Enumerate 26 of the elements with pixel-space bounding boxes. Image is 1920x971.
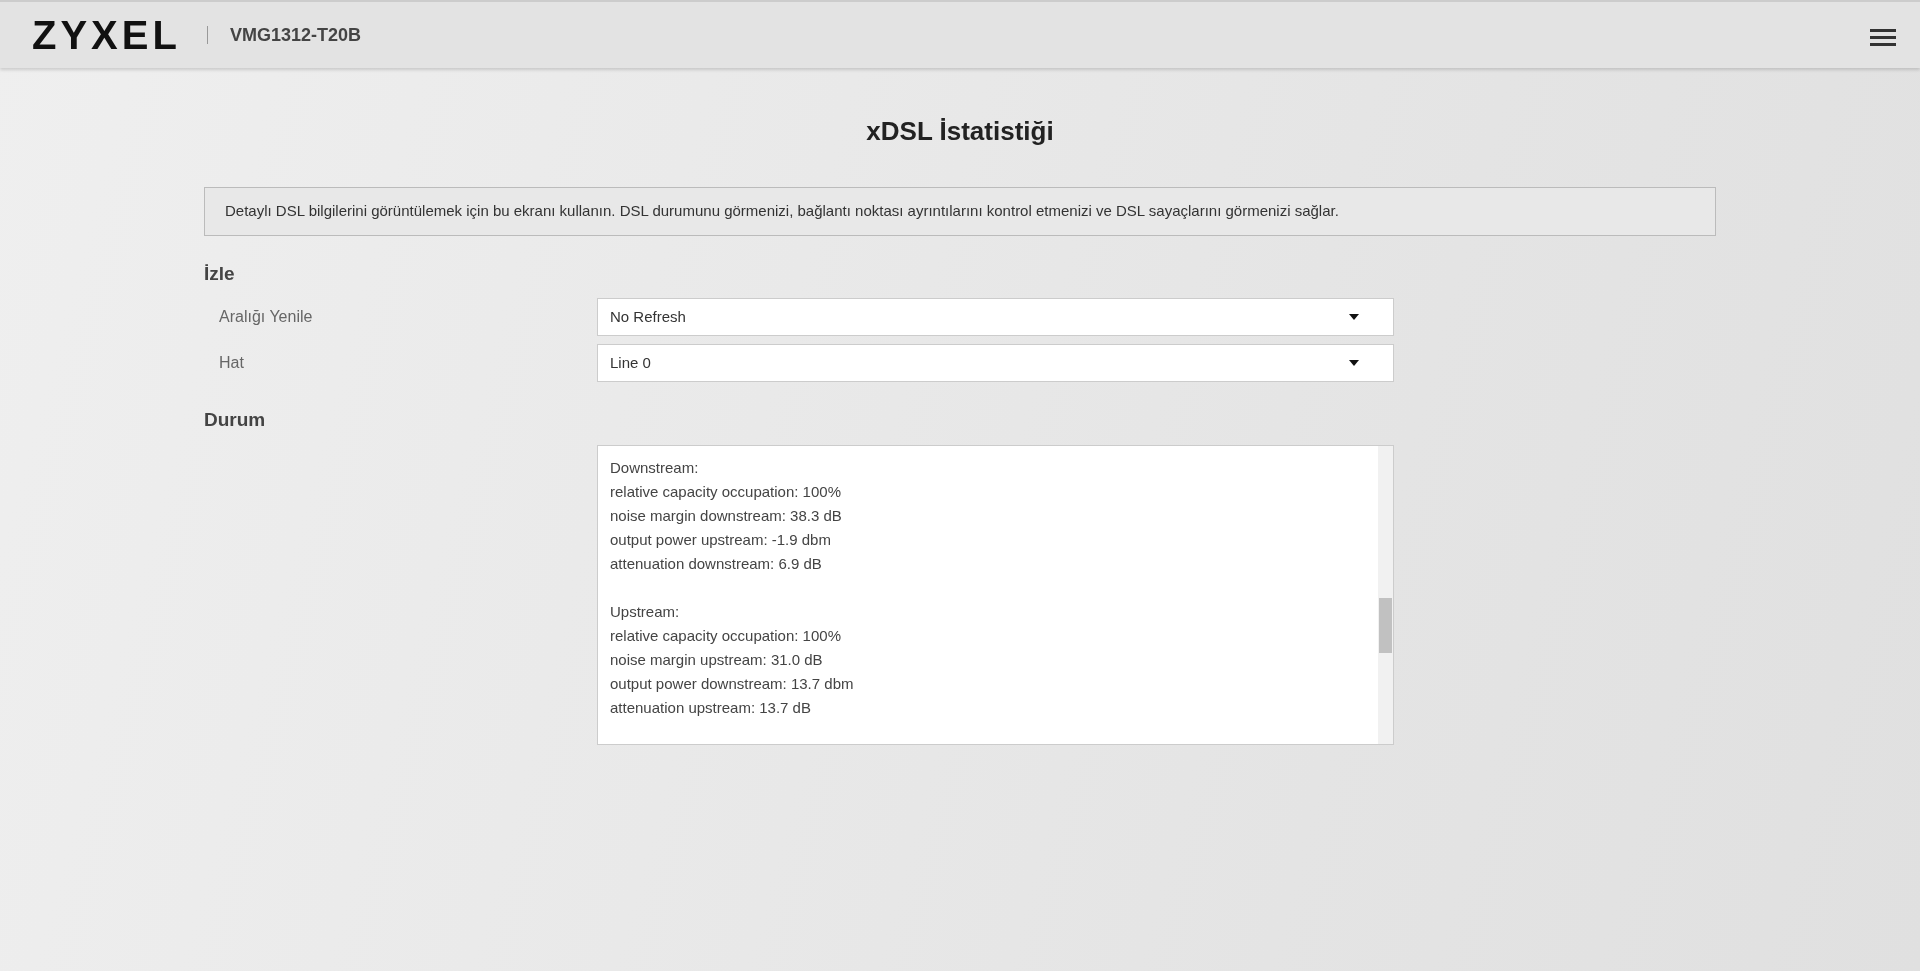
status-line: noise margin downstream: 38.3 dB bbox=[610, 505, 843, 526]
status-line: relative capacity occupation: 100% bbox=[610, 625, 842, 646]
section-heading: Durum bbox=[204, 408, 267, 433]
status-line: relative capacity occupation: 100% bbox=[610, 481, 842, 502]
scroll-thumb[interactable] bbox=[1379, 597, 1392, 653]
status-line: noise margin upstream: 31.0 dB bbox=[610, 649, 824, 670]
page-title: xDSL İstatistiği bbox=[865, 116, 1055, 148]
section-heading: İzle bbox=[204, 261, 236, 286]
model-name: VMG1312-T20B bbox=[229, 23, 361, 47]
dropdown-select[interactable]: No Refresh bbox=[597, 298, 1394, 337]
status-line: output power downstream: 13.7 dbm bbox=[610, 673, 855, 694]
status-line: Upstream: bbox=[610, 601, 681, 622]
field-label: Hat bbox=[218, 353, 245, 374]
dropdown-select[interactable]: Line 0 bbox=[597, 344, 1394, 383]
description-text: Detaylı DSL bilgilerini görüntülemek için bu ekranı kullanın. DSL durumunu görmenizi, bağlantı noktası ayrıntılarını kontrol etmenizi ve DSL sayaçlarını görmenizi sağlar. bbox=[204, 187, 1716, 236]
status-line: Downstream: bbox=[610, 457, 700, 478]
menu-icon bbox=[1870, 27, 1896, 48]
scrollbar[interactable] bbox=[1378, 445, 1393, 744]
status-text-area[interactable] bbox=[597, 444, 1394, 745]
status-line: attenuation downstream: 6.9 dB bbox=[610, 553, 823, 574]
brand-logo: ZYXEL bbox=[32, 15, 181, 55]
caret-icon bbox=[1349, 360, 1359, 367]
caret-icon bbox=[1349, 314, 1359, 321]
status-line: output power upstream: -1.9 dbm bbox=[610, 529, 832, 550]
field-label: Aralığı Yenile bbox=[218, 307, 314, 328]
status-line: attenuation upstream: 13.7 dB bbox=[610, 697, 812, 718]
